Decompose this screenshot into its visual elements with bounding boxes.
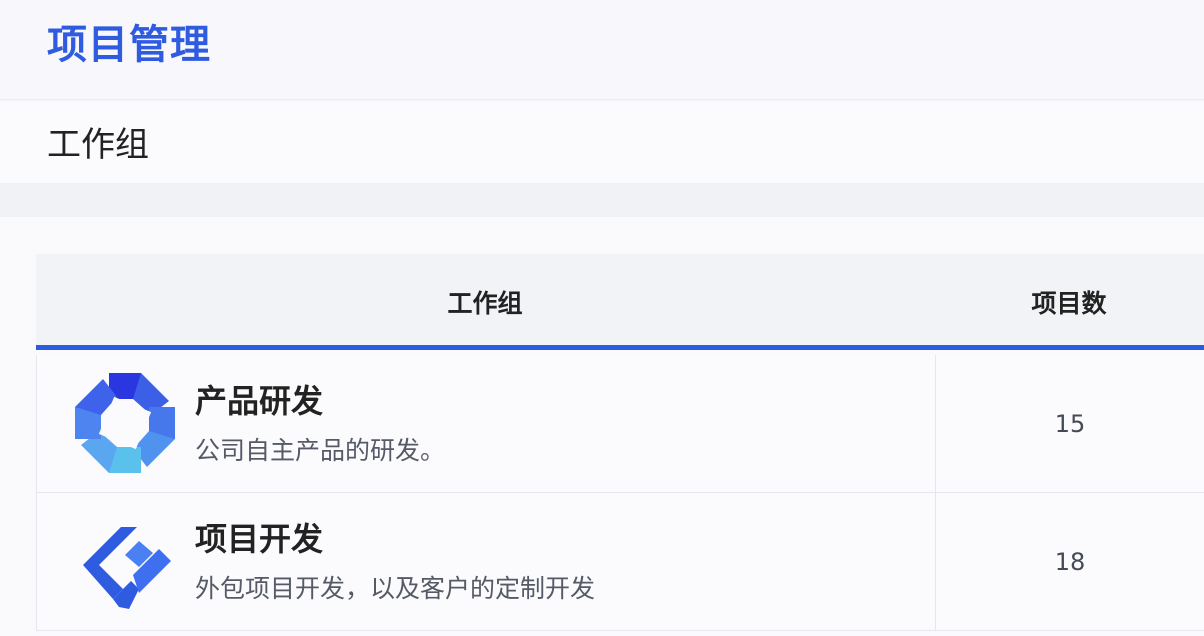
app-window: 项目管理 工作组 工作组 项目数 产品研发 公司自主产品的研发。 15 项目开发… bbox=[0, 0, 1204, 636]
page-title: 项目管理 bbox=[47, 22, 211, 68]
project-count: 15 bbox=[1054, 410, 1086, 438]
table-header: 工作组 项目数 bbox=[36, 254, 1204, 350]
workgroup-name[interactable]: 项目开发 bbox=[195, 519, 323, 559]
workgroup-name[interactable]: 产品研发 bbox=[195, 381, 323, 421]
divider-band bbox=[0, 183, 1204, 217]
project-count: 18 bbox=[1054, 548, 1086, 576]
column-header-project-count[interactable]: 项目数 bbox=[934, 254, 1204, 350]
workgroup-table: 工作组 项目数 产品研发 公司自主产品的研发。 15 项目开发 外包项目开发，以… bbox=[36, 254, 1204, 636]
octagon-ring-icon bbox=[75, 373, 175, 473]
column-header-workgroup[interactable]: 工作组 bbox=[36, 254, 934, 350]
title-bar: 项目管理 bbox=[0, 0, 1204, 100]
table-row[interactable]: 项目开发 外包项目开发，以及客户的定制开发 18 bbox=[36, 493, 1204, 631]
workgroup-description: 外包项目开发，以及客户的定制开发 bbox=[195, 574, 596, 603]
workgroup-description: 公司自主产品的研发。 bbox=[195, 436, 446, 465]
table-row[interactable]: 产品研发 公司自主产品的研发。 15 bbox=[36, 355, 1204, 493]
check-shield-icon bbox=[83, 527, 171, 609]
section-label: 工作组 bbox=[47, 125, 149, 165]
section-header: 工作组 bbox=[0, 101, 1204, 183]
